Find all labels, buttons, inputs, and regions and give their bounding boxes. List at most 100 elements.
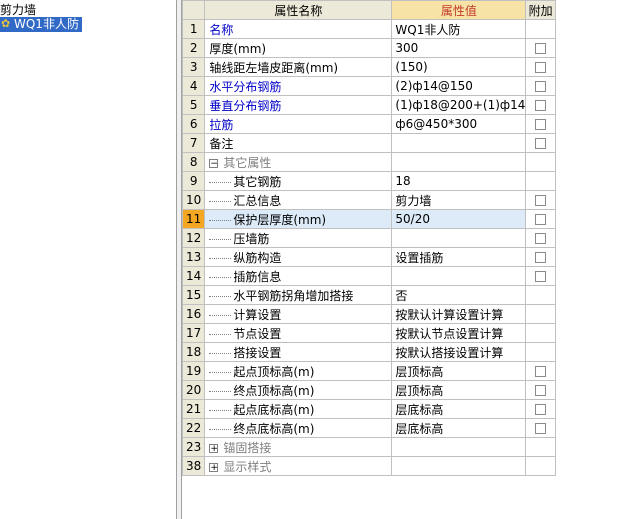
property-name[interactable]: + 锚固搭接 <box>204 437 393 457</box>
table-row[interactable]: 6 拉筋 ф6@450*300 <box>181 114 634 134</box>
property-name[interactable]: 计算设置 <box>204 304 393 324</box>
property-value[interactable]: 设置插筋 <box>391 247 527 267</box>
property-name[interactable]: 轴线距左墙皮距离(mm) <box>204 57 393 77</box>
expand-icon[interactable]: + <box>209 443 219 453</box>
property-value[interactable] <box>391 437 527 457</box>
table-row[interactable]: 7 备注 <box>181 133 634 153</box>
extra-checkbox[interactable] <box>535 423 547 434</box>
property-name[interactable]: 备注 <box>204 133 393 153</box>
extra-cell[interactable] <box>525 266 556 286</box>
extra-checkbox[interactable] <box>535 366 547 377</box>
property-name[interactable]: 水平钢筋拐角增加搭接 <box>204 285 393 305</box>
extra-checkbox[interactable] <box>535 214 547 225</box>
row-number[interactable]: 11 <box>181 209 206 229</box>
property-name[interactable]: 水平分布钢筋 <box>204 76 393 96</box>
property-value[interactable]: 层顶标高 <box>391 361 527 381</box>
extra-cell[interactable] <box>525 399 556 419</box>
row-number[interactable]: 6 <box>181 114 206 134</box>
property-name[interactable]: 起点顶标高(m) <box>204 361 393 381</box>
property-name[interactable]: 起点底标高(m) <box>204 399 393 419</box>
extra-checkbox[interactable] <box>535 100 547 111</box>
row-number[interactable]: 2 <box>181 38 206 58</box>
property-value[interactable] <box>391 152 527 172</box>
table-row[interactable]: 4 水平分布钢筋 (2)ф14@150 <box>181 76 634 96</box>
row-number[interactable]: 12 <box>181 228 206 248</box>
extra-checkbox[interactable] <box>535 195 547 206</box>
extra-cell[interactable] <box>525 190 556 210</box>
extra-cell[interactable] <box>525 114 556 134</box>
extra-cell[interactable] <box>525 247 556 267</box>
row-number[interactable]: 21 <box>181 399 206 419</box>
property-value[interactable]: 否 <box>391 285 527 305</box>
header-property-name[interactable]: 属性名称 <box>204 0 393 20</box>
extra-cell[interactable] <box>525 228 556 248</box>
property-name[interactable]: 保护层厚度(mm) <box>204 209 393 229</box>
property-name[interactable]: 名称 <box>204 19 393 39</box>
collapse-icon[interactable]: − <box>209 158 219 168</box>
property-value[interactable]: 层底标高 <box>391 399 527 419</box>
row-number[interactable]: 16 <box>181 304 206 324</box>
property-name[interactable]: − 其它属性 <box>204 152 393 172</box>
table-row[interactable]: 38 + 显示样式 <box>181 456 634 476</box>
extra-cell[interactable] <box>525 76 556 96</box>
table-row[interactable]: 15 水平钢筋拐角增加搭接 否 <box>181 285 634 305</box>
extra-checkbox[interactable] <box>535 43 547 54</box>
table-row[interactable]: 17 节点设置 按默认节点设置计算 <box>181 323 634 343</box>
property-name[interactable]: 搭接设置 <box>204 342 393 362</box>
tree-node-wq1[interactable]: ✿ WQ1非人防 <box>0 17 82 32</box>
table-row[interactable]: 23 + 锚固搭接 <box>181 437 634 457</box>
property-name[interactable]: 压墙筋 <box>204 228 393 248</box>
property-name[interactable]: 节点设置 <box>204 323 393 343</box>
table-row[interactable]: 14 插筋信息 <box>181 266 634 286</box>
table-row[interactable]: 8− 其它属性 <box>181 152 634 172</box>
property-name[interactable]: 拉筋 <box>204 114 393 134</box>
extra-cell[interactable] <box>525 95 556 115</box>
property-value[interactable]: 300 <box>391 38 527 58</box>
row-number[interactable]: 5 <box>181 95 206 115</box>
table-row[interactable]: 16 计算设置 按默认计算设置计算 <box>181 304 634 324</box>
header-property-value[interactable]: 属性值 <box>391 0 527 20</box>
property-value[interactable]: WQ1非人防 <box>391 19 527 39</box>
table-row[interactable]: 22 终点底标高(m) 层底标高 <box>181 418 634 438</box>
extra-cell[interactable] <box>525 380 556 400</box>
table-row[interactable]: 12 压墙筋 <box>181 228 634 248</box>
row-number[interactable]: 23 <box>181 437 206 457</box>
extra-cell[interactable] <box>525 418 556 438</box>
table-row[interactable]: 5 垂直分布钢筋 (1)ф18@200+(1)ф14 <box>181 95 634 115</box>
extra-checkbox[interactable] <box>535 81 547 92</box>
property-value[interactable]: (2)ф14@150 <box>391 76 527 96</box>
row-number[interactable]: 1 <box>181 19 206 39</box>
row-number[interactable]: 19 <box>181 361 206 381</box>
row-number[interactable]: 38 <box>181 456 206 476</box>
extra-cell[interactable] <box>525 361 556 381</box>
extra-checkbox[interactable] <box>535 252 547 263</box>
property-name[interactable]: 垂直分布钢筋 <box>204 95 393 115</box>
property-value[interactable]: ф6@450*300 <box>391 114 527 134</box>
property-value[interactable]: 按默认计算设置计算 <box>391 304 527 324</box>
extra-cell[interactable] <box>525 133 556 153</box>
property-name[interactable]: 插筋信息 <box>204 266 393 286</box>
row-number[interactable]: 3 <box>181 57 206 77</box>
table-row[interactable]: 11 保护层厚度(mm) 50/20 <box>181 209 634 229</box>
extra-checkbox[interactable] <box>535 271 547 282</box>
row-number[interactable]: 7 <box>181 133 206 153</box>
row-number[interactable]: 22 <box>181 418 206 438</box>
table-row[interactable]: 18 搭接设置 按默认搭接设置计算 <box>181 342 634 362</box>
extra-checkbox[interactable] <box>535 119 547 130</box>
property-value[interactable]: 按默认节点设置计算 <box>391 323 527 343</box>
property-name[interactable]: 纵筋构造 <box>204 247 393 267</box>
property-value[interactable]: (1)ф18@200+(1)ф14 <box>391 95 527 115</box>
property-name[interactable]: 其它钢筋 <box>204 171 393 191</box>
table-row[interactable]: 13 纵筋构造 设置插筋 <box>181 247 634 267</box>
extra-checkbox[interactable] <box>535 385 547 396</box>
table-row[interactable]: 9 其它钢筋 18 <box>181 171 634 191</box>
property-value[interactable]: 50/20 <box>391 209 527 229</box>
row-number[interactable]: 13 <box>181 247 206 267</box>
table-row[interactable]: 10 汇总信息 剪力墙 <box>181 190 634 210</box>
row-number[interactable]: 15 <box>181 285 206 305</box>
expand-icon[interactable]: + <box>209 462 219 472</box>
row-number[interactable]: 17 <box>181 323 206 343</box>
property-name[interactable]: 终点顶标高(m) <box>204 380 393 400</box>
property-value[interactable] <box>391 228 527 248</box>
property-value[interactable] <box>391 133 527 153</box>
